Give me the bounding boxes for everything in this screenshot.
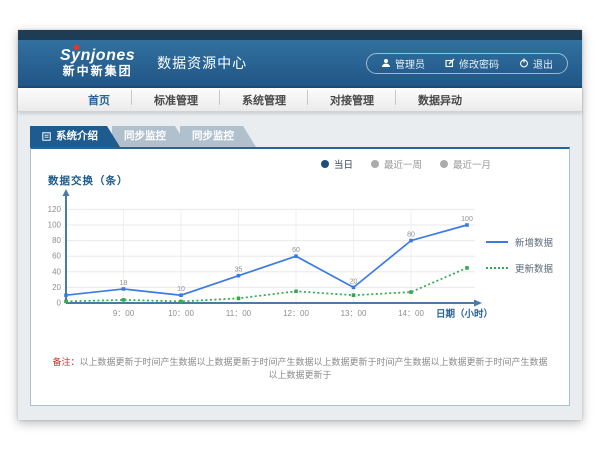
svg-text:10：00: 10：00 xyxy=(168,309,194,318)
nav-item-home[interactable]: 首页 xyxy=(66,92,132,108)
admin-user-button[interactable]: 管理员 xyxy=(381,56,425,71)
tab-system-intro[interactable]: 系统介绍 xyxy=(30,126,120,147)
company-name: 新中新集团 xyxy=(63,65,133,78)
chart-panel: 当日 最近一周 最近一月 数据交换（条） 0204060801001209：00… xyxy=(30,147,570,406)
svg-text:120: 120 xyxy=(48,205,62,214)
chart-legend: 新增数据 更新数据 xyxy=(486,235,553,275)
admin-user-label: 管理员 xyxy=(395,56,425,71)
svg-text:0: 0 xyxy=(57,299,62,308)
svg-text:80: 80 xyxy=(407,232,415,239)
svg-text:12：00: 12：00 xyxy=(283,309,309,318)
page-background: Synjones 新中新集团 数据资源中心 管理员 修改密码 退出 xyxy=(0,0,600,450)
main-nav: 首页 标准管理 系统管理 对接管理 数据异动 xyxy=(18,88,582,112)
svg-text:40: 40 xyxy=(52,267,61,276)
legend-item-updated-data[interactable]: 更新数据 xyxy=(486,261,553,275)
svg-text:20: 20 xyxy=(52,283,61,292)
svg-text:80: 80 xyxy=(52,236,61,245)
svg-text:60: 60 xyxy=(292,247,300,254)
radio-last-month-label: 最近一月 xyxy=(453,157,491,171)
change-password-label: 修改密码 xyxy=(459,56,499,71)
page-title: 数据资源中心 xyxy=(157,53,247,73)
radio-last-week-label: 最近一周 xyxy=(384,157,422,171)
document-icon xyxy=(42,132,51,141)
nav-item-data-change[interactable]: 数据异动 xyxy=(396,92,484,108)
radio-last-month[interactable]: 最近一月 xyxy=(440,157,491,171)
legend-updated-data-label: 更新数据 xyxy=(515,261,553,275)
nav-item-interface-mgmt[interactable]: 对接管理 xyxy=(308,92,396,108)
tab-sync-monitor-2-label: 同步监控 xyxy=(192,126,234,147)
footnote-text: 以上数据更新于时间产生数据以上数据更新于时间产生数据以上数据更新于时间产生数据以… xyxy=(80,357,548,380)
tab-system-intro-label: 系统介绍 xyxy=(56,126,98,147)
company-logo: Synjones 新中新集团 xyxy=(60,48,135,77)
radio-last-week[interactable]: 最近一周 xyxy=(371,157,422,171)
line-chart: 0 20 40 60 80 100 120 9：00 10：00 11：00 12：00 13：00 1… xyxy=(43,185,495,331)
radio-unselected-icon xyxy=(371,160,379,168)
logout-button[interactable]: 退出 xyxy=(519,56,553,71)
svg-text:日期（小时）: 日期（小时） xyxy=(436,308,493,320)
tab-sync-monitor-1[interactable]: 同步监控 xyxy=(112,126,188,147)
footnote: 备注：以上数据更新于时间产生数据以上数据更新于时间产生数据以上数据更新于时间产生… xyxy=(31,355,569,381)
legend-item-new-data[interactable]: 新增数据 xyxy=(486,235,553,249)
svg-text:60: 60 xyxy=(52,252,61,261)
svg-text:11：00: 11：00 xyxy=(226,309,252,318)
window-top-strip xyxy=(18,30,582,40)
tab-bar: 系统介绍 同步监控 同步监控 xyxy=(18,112,582,147)
solid-line-icon xyxy=(486,241,508,243)
tab-sync-monitor-2[interactable]: 同步监控 xyxy=(180,126,256,147)
radio-today-label: 当日 xyxy=(334,157,353,171)
app-header: Synjones 新中新集团 数据资源中心 管理员 修改密码 退出 xyxy=(18,40,582,88)
time-range-selector: 当日 最近一周 最近一月 xyxy=(321,157,491,171)
brand-name: Synjones xyxy=(60,48,135,65)
user-actions-group: 管理员 修改密码 退出 xyxy=(366,53,568,74)
footnote-prefix: 备注： xyxy=(52,357,79,367)
radio-selected-icon xyxy=(321,160,329,168)
tab-sync-monitor-1-label: 同步监控 xyxy=(124,126,166,147)
edit-icon xyxy=(445,58,455,68)
svg-text:14：00: 14：00 xyxy=(398,309,424,318)
radio-today[interactable]: 当日 xyxy=(321,157,353,171)
svg-text:20: 20 xyxy=(350,278,358,285)
legend-new-data-label: 新增数据 xyxy=(515,235,553,249)
radio-unselected-icon xyxy=(440,160,448,168)
svg-text:9：00: 9：00 xyxy=(113,309,135,318)
svg-text:35: 35 xyxy=(235,267,243,274)
content-area: 系统介绍 同步监控 同步监控 当日 最近一周 xyxy=(18,112,582,418)
change-password-button[interactable]: 修改密码 xyxy=(445,56,499,71)
app-window: Synjones 新中新集团 数据资源中心 管理员 修改密码 退出 xyxy=(18,30,582,420)
logout-label: 退出 xyxy=(533,56,553,71)
nav-item-system-mgmt[interactable]: 系统管理 xyxy=(220,92,308,108)
svg-text:100: 100 xyxy=(48,221,62,230)
user-icon xyxy=(381,58,391,68)
dotted-line-icon xyxy=(486,267,508,269)
svg-text:13：00: 13：00 xyxy=(341,309,367,318)
svg-text:18: 18 xyxy=(120,280,128,287)
svg-text:10: 10 xyxy=(177,286,185,293)
svg-text:100: 100 xyxy=(461,216,473,223)
power-icon xyxy=(519,58,529,68)
nav-item-standard-mgmt[interactable]: 标准管理 xyxy=(132,92,220,108)
